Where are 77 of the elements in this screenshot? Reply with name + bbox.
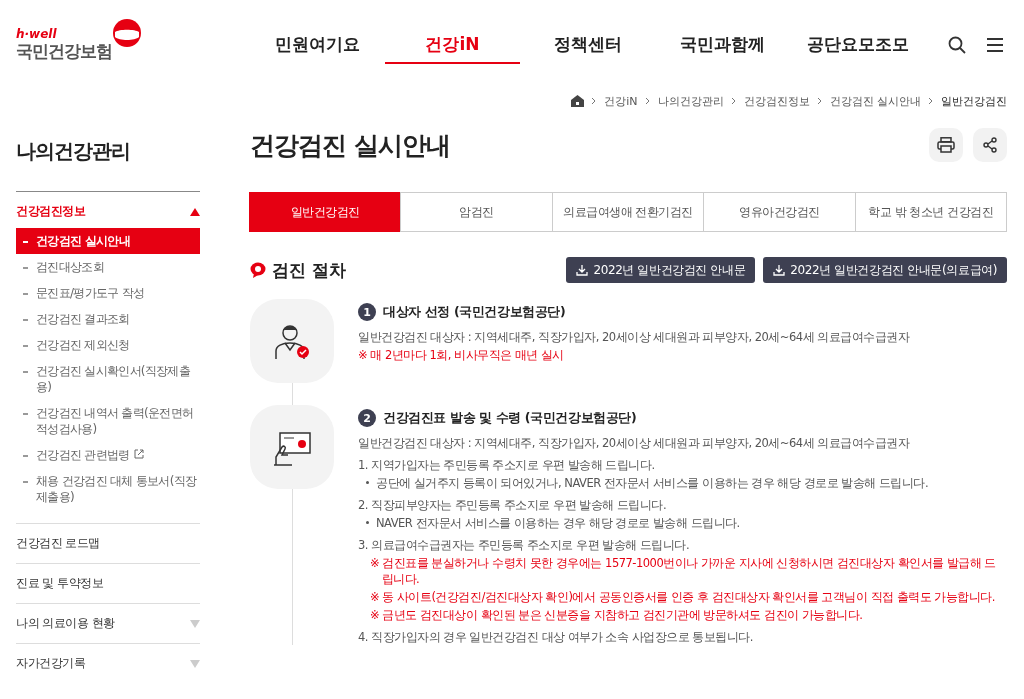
breadcrumb-link[interactable]: 건강iN	[604, 93, 638, 109]
tab[interactable]: 영유아건강검진	[703, 192, 856, 232]
step-title: 대상자 선정 (국민건강보험공단)	[383, 303, 566, 321]
logo-name: 국민건강보험	[16, 39, 112, 63]
sidebar-subitem[interactable]: 건강검진 내역서 출력(운전면허적성검사용)	[16, 400, 200, 442]
printer-icon	[937, 137, 955, 153]
chevron-icon	[816, 97, 823, 105]
description-text: 일반건강검진 대상자 : 지역세대주, 직장가입자, 20세이상 세대원과 피부양자, 20세~64세 의료급여수급권자	[358, 329, 911, 345]
sidebar-subitem[interactable]: 건강검진 실시안내	[16, 228, 200, 254]
nav-link[interactable]: 건강iN	[385, 26, 520, 64]
dash-icon	[23, 371, 28, 373]
logo-mask-icon	[110, 17, 144, 48]
chevron-icon	[591, 97, 598, 105]
nav-link[interactable]: 공단요모조모	[790, 26, 925, 64]
step-number: 2	[358, 409, 376, 427]
tab[interactable]: 암검진	[400, 192, 553, 232]
nav-link[interactable]: 정책센터	[520, 26, 655, 64]
download-icon	[576, 264, 589, 276]
sidebar-item[interactable]: 건강검진 로드맵	[16, 527, 200, 560]
tab[interactable]: 학교 밖 청소년 건강검진	[854, 192, 1008, 232]
sidebar-item[interactable]: 건강검진정보	[16, 195, 200, 228]
description-text: 일반건강검진 대상자 : 지역세대주, 직장가입자, 20세이상 세대원과 피부양자, 20세~64세 의료급여수급권자	[358, 435, 911, 451]
download-icon	[773, 264, 786, 276]
numbered-text: 1. 지역가입자는 주민등록 주소지로 우편 발송해 드립니다.	[358, 457, 656, 473]
numbered-text: 3. 의료급여수급권자는 주민등록 주소지로 우편 발송해 드립니다.	[358, 537, 691, 553]
sidebar-subitem[interactable]: 건강검진 관련법령	[16, 442, 200, 468]
breadcrumb-link[interactable]: 나의건강관리	[657, 93, 724, 109]
share-button[interactable]	[973, 128, 1007, 162]
chevron-icon	[928, 97, 934, 105]
step-number: 1	[358, 303, 376, 321]
dash-icon	[23, 481, 28, 483]
breadcrumb-link[interactable]: 건강검진정보	[743, 93, 810, 109]
dash-icon	[23, 293, 28, 295]
tab[interactable]: 의료급여생애 전환기검진	[551, 192, 705, 232]
numbered-text: 2. 직장피부양자는 주민등록 주소지로 우편 발송해 드립니다.	[358, 497, 668, 513]
bullet-text: 공단에 실거주지 등록이 되어있거나, NAVER 전자문서 서비스를 이용하는 경우 해당 경로로 발송해 드립니다.	[358, 475, 1007, 491]
nav-link[interactable]: 민원여기요	[250, 26, 385, 64]
sidebar-item[interactable]: 자가건강기록	[16, 647, 200, 680]
sidebar-subitem[interactable]: 검진대상조회	[16, 254, 200, 280]
dash-icon	[23, 413, 28, 415]
sidebar-subitem[interactable]: 건강검진 실시확인서(직장제출용)	[16, 358, 200, 400]
sidebar-subitem[interactable]: 문진표/평가도구 작성	[16, 280, 200, 306]
notice-text: ※ 검진표를 분실하거나 수령치 못한 경우에는 1577-1000번이나 가까운 지사에 신청하시면 검진대상자 확인서를 발급해 드립니다.	[369, 555, 997, 587]
notice-text: ※ 금년도 검진대상이 확인된 분은 신분증을 지참하고 검진기관에 방문하셔도 검진이 가능합니다.	[369, 607, 864, 623]
breadcrumb-link[interactable]: 건강검진 실시안내	[829, 93, 921, 109]
dash-icon	[23, 455, 28, 457]
dash-icon	[23, 241, 28, 243]
sidebar-subitem[interactable]: 건강검진 결과조회	[16, 306, 200, 332]
sidebar-subitem[interactable]: 건강검진 제외신청	[16, 332, 200, 358]
tab[interactable]: 일반건강검진	[249, 192, 402, 232]
bullet-text: NAVER 전자문서 서비스를 이용하는 경우 해당 경로로 발송해 드립니다.	[358, 515, 1007, 531]
sidebar-title: 나의건강관리	[16, 138, 200, 192]
dash-icon	[23, 319, 28, 321]
search-icon	[948, 36, 966, 54]
numbered-text: 4. 직장가입자의 경우 일반건강검진 대상 여부가 소속 사업장으로 통보됩니다.	[358, 629, 754, 645]
page-title: 건강검진 실시안내	[250, 129, 450, 162]
sidebar-item[interactable]: 진료 및 투약정보	[16, 567, 200, 600]
section-title: 검진 절차	[272, 258, 346, 282]
step-title: 건강검진표 발송 및 수령 (국민건강보험공단)	[383, 409, 637, 427]
chevron-icon	[644, 97, 651, 105]
home-icon[interactable]	[571, 95, 585, 107]
chevron-icon	[730, 97, 737, 105]
dash-icon	[23, 345, 28, 347]
print-button[interactable]	[929, 128, 963, 162]
download-button[interactable]: 2022년 일반건강검진 안내문	[566, 257, 756, 283]
sidebar-subitem[interactable]: 채용 건강검진 대체 통보서(직장제출용)	[16, 468, 200, 510]
breadcrumb-link[interactable]: 일반건강검진	[941, 93, 1007, 109]
notice-text: ※ 매 2년마다 1회, 비사무직은 매년 실시	[358, 347, 565, 363]
share-icon	[982, 137, 998, 153]
notice-text: ※ 동 사이트(건강검진/검진대상자 확인)에서 공동인증서를 인증 후 검진대상자 확인서를 고객님이 직접 출력도 가능합니다.	[369, 589, 996, 605]
logo-tagline: h·well	[16, 27, 58, 40]
sidebar-item[interactable]: 나의 의료이용 현황	[16, 607, 200, 640]
download-button[interactable]: 2022년 일반건강검진 안내문(의료급여)	[763, 257, 1007, 283]
speech-bubble-icon	[250, 262, 266, 278]
nav-link[interactable]: 국민과함께	[655, 26, 790, 64]
menu-icon	[986, 37, 1004, 53]
dash-icon	[23, 267, 28, 269]
